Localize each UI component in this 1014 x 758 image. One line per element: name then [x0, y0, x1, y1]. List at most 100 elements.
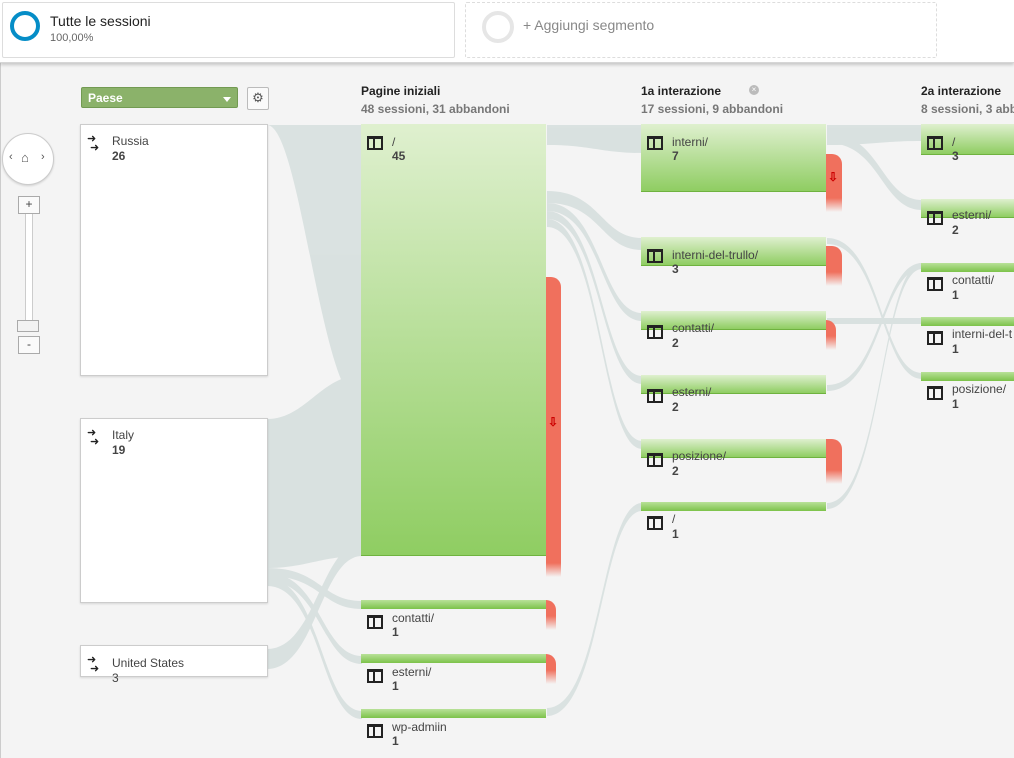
pan-control[interactable]: ‹ ⌂ › — [2, 133, 54, 185]
column-header-second: 2a interazione 8 sessioni, 3 abb — [921, 84, 1014, 116]
page-node-esterni[interactable]: esterni/ 1 — [361, 654, 546, 693]
zoom-slider-track[interactable] — [25, 206, 33, 328]
page-node-interni-del-trullo[interactable]: interni-del-trullo/ 3 — [641, 237, 826, 277]
page-node-root-1a[interactable]: / 1 — [641, 502, 826, 542]
node-bar — [641, 311, 826, 330]
page-name: posizione/ — [952, 382, 1007, 396]
nav-left-icon[interactable]: ‹ — [9, 151, 13, 163]
page-node-contatti[interactable]: contatti/ 1 — [361, 600, 546, 639]
page-count: 2 — [672, 336, 679, 350]
node-bar — [641, 375, 826, 394]
dropoff-contatti-1a[interactable] — [826, 320, 836, 350]
node-bar — [361, 654, 546, 663]
page-count: 1 — [952, 288, 959, 302]
country-name: Italy — [112, 428, 135, 442]
column-summary: 17 sessioni, 9 abbandoni — [641, 102, 784, 116]
column-summary: 8 sessioni, 3 abb — [921, 102, 1014, 116]
segment-bar: Tutte le sessioni 100,00% + Aggiungi seg… — [0, 0, 1014, 63]
node-bar — [921, 263, 1014, 272]
flow-contatti-to-interni — [827, 318, 922, 324]
close-icon[interactable]: × — [749, 85, 759, 95]
node-bar — [641, 124, 826, 192]
page-name: / — [392, 135, 396, 149]
page-icon — [647, 389, 663, 403]
segment-name: Tutte le sessioni — [50, 13, 151, 29]
country-node-united-states[interactable]: ➜ ➜ United States 3 — [80, 645, 268, 685]
page-node-esterni-2a[interactable]: esterni/ 2 — [921, 199, 1014, 239]
page-node-posizione-2a[interactable]: posizione/ 1 — [921, 372, 1014, 412]
page-node-posizione-1a[interactable]: posizione/ 2 — [641, 439, 826, 479]
gear-icon[interactable]: ⚙ — [247, 87, 269, 110]
home-icon[interactable]: ⌂ — [21, 150, 29, 165]
page-node-root[interactable]: / 45 — [361, 124, 546, 556]
page-node-esterni-1a[interactable]: esterni/ 2 — [641, 375, 826, 415]
country-node-russia[interactable]: ➜ ➜ Russia 26 — [80, 124, 268, 376]
page-count: 3 — [672, 262, 679, 276]
dropoff-arrow-icon: ⇩ — [828, 170, 839, 184]
page-count: 2 — [672, 400, 679, 414]
page-name: wp-admiin — [392, 720, 447, 734]
page-name: interni/ — [672, 135, 709, 149]
page-icon — [647, 325, 663, 339]
country-node-italy[interactable]: ➜ ➜ Italy 19 — [80, 418, 268, 603]
page-count: 1 — [392, 679, 399, 693]
dropoff-posizione-1a[interactable] — [826, 439, 842, 484]
node-bar — [361, 124, 546, 556]
nav-right-icon[interactable]: › — [41, 151, 45, 163]
page-count: 2 — [672, 464, 679, 478]
page-node-contatti-2a[interactable]: contatti/ 1 — [921, 263, 1014, 303]
page-count: 3 — [952, 149, 959, 163]
dropoff-interni[interactable]: ⇩ — [826, 154, 842, 212]
page-icon — [647, 249, 663, 263]
page-node-interni-del-trullo-2a[interactable]: interni-del-t 1 — [921, 317, 1014, 357]
country-count: 26 — [112, 149, 126, 163]
zoom-in-button[interactable]: + — [18, 196, 40, 214]
page-icon — [367, 669, 383, 683]
entry-arrow-icon: ➜ ➜ — [87, 133, 100, 154]
page-node-interni[interactable]: interni/ 7 — [641, 124, 826, 192]
page-node-root-2a[interactable]: / 3 — [921, 124, 1014, 164]
dropoff-esterni[interactable] — [546, 654, 556, 684]
empty-segment-ring-icon — [482, 11, 514, 43]
zoom-out-button[interactable]: - — [18, 336, 40, 354]
dropoff-root[interactable]: ⇩ — [546, 277, 561, 577]
flow-italy — [267, 375, 362, 568]
dimension-dropdown[interactable]: Paese — [81, 87, 238, 108]
add-segment-button[interactable]: + Aggiungi segmento — [465, 2, 937, 58]
country-name: Russia — [112, 134, 149, 148]
page-count: 1 — [952, 397, 959, 411]
page-count: 1 — [952, 342, 959, 356]
page-count: 7 — [672, 149, 679, 163]
dropoff-interni-del-trullo[interactable] — [826, 246, 842, 286]
dropoff-arrow-icon: ⇩ — [548, 415, 559, 429]
page-icon — [927, 386, 943, 400]
segment-percent: 100,00% — [50, 32, 94, 44]
flow-russia — [267, 125, 362, 405]
segment-all-sessions[interactable]: Tutte le sessioni 100,00% — [2, 2, 455, 58]
chevron-down-icon — [223, 97, 231, 102]
column-summary: 48 sessioni, 31 abbandoni — [361, 102, 510, 116]
page-icon — [647, 516, 663, 530]
page-icon — [927, 277, 943, 291]
dropoff-contatti[interactable] — [546, 600, 556, 630]
page-node-contatti-1a[interactable]: contatti/ 2 — [641, 311, 826, 351]
node-bar — [641, 502, 826, 511]
segment-ring-icon — [10, 11, 40, 41]
dimension-dropdown-label: Paese — [88, 91, 123, 105]
node-bar — [921, 317, 1014, 326]
column-title: 1a interazione — [641, 84, 722, 98]
node-bar — [641, 439, 826, 458]
add-segment-label: + Aggiungi segmento — [523, 17, 655, 33]
page-icon — [927, 136, 943, 150]
page-icon — [647, 453, 663, 467]
zoom-slider-handle[interactable] — [17, 320, 39, 332]
page-name: esterni/ — [952, 208, 992, 222]
country-count: 19 — [112, 443, 126, 457]
page-name: esterni/ — [392, 665, 432, 679]
page-name: posizione/ — [672, 449, 727, 463]
page-icon — [927, 211, 943, 225]
country-count: 3 — [112, 671, 119, 685]
page-node-wp-admiin[interactable]: wp-admiin 1 — [361, 709, 546, 749]
flow-wp-to-root — [547, 503, 642, 716]
column-title: Pagine iniziali — [361, 84, 441, 98]
